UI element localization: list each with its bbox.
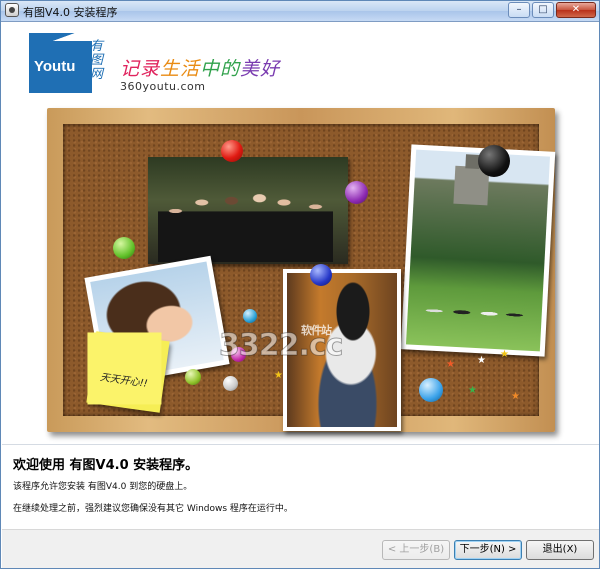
light-blue-pin-icon: [419, 378, 443, 402]
wizard-button-bar: < 上一步(B) 下一步(N) > 退出(X): [2, 529, 599, 568]
install-description: 该程序允许您安装 有图V4.0 到您的硬盘上。: [13, 482, 193, 492]
installer-app-icon: [5, 3, 19, 17]
star-icon: ★: [477, 355, 486, 366]
close-button[interactable]: ✕: [556, 2, 596, 18]
black-pin-icon: [478, 145, 510, 177]
minimize-button[interactable]: –: [508, 2, 530, 18]
slogan-part: 生活: [160, 58, 201, 80]
group-people: [158, 177, 333, 262]
logo-chinese-name: 有图网: [90, 39, 104, 82]
watermark-logo: 3322.cc 软件站: [218, 324, 343, 364]
campus-photo: [400, 144, 556, 357]
sticky-note: 天天开心!!: [86, 331, 170, 413]
lime-pin-icon: [185, 369, 201, 385]
slogan: 记录生活中的美好: [120, 54, 280, 81]
slogan-part: 记录: [120, 58, 161, 80]
youtu-logo: Youtu: [29, 33, 92, 93]
exit-button[interactable]: 退出(X): [526, 540, 594, 560]
welcome-panel: 欢迎使用 有图V4.0 安装程序。 该程序允许您安装 有图V4.0 到您的硬盘上…: [2, 445, 599, 529]
window-title: 有图V4.0 安装程序: [23, 6, 118, 19]
maximize-button[interactable]: □: [532, 2, 554, 18]
installer-banner: Youtu 有图网 记录生活中的美好 360youtu.com 天天开心!! ★…: [2, 22, 599, 444]
slogan-part: 美好: [240, 58, 281, 80]
next-button[interactable]: 下一步(N) >: [454, 540, 522, 560]
purple-pin-icon: [345, 181, 368, 204]
star-icon: ★: [274, 370, 283, 381]
group-photo: [148, 157, 348, 264]
watermark-subtext: 软件站: [301, 324, 332, 337]
corkboard: 天天开心!! ★ ★ ★ ★ ★ ★ 3322.cc 软件站: [63, 124, 556, 431]
back-button[interactable]: < 上一步(B): [382, 540, 450, 560]
website-url: 360youtu.com: [120, 80, 206, 93]
close-programs-advice: 在继续处理之前，强烈建议您确保没有其它 Windows 程序在运行中。: [13, 504, 293, 514]
star-icon: ★: [500, 349, 509, 360]
campus-scene: [405, 149, 551, 352]
red-pin-icon: [221, 140, 243, 162]
sticky-note-text: 天天开心!!: [99, 372, 149, 390]
corkboard-frame: 天天开心!! ★ ★ ★ ★ ★ ★ 3322.cc 软件站: [47, 108, 556, 432]
star-icon: ★: [468, 385, 477, 396]
logo-wordmark: Youtu: [34, 58, 76, 75]
students-on-lawn: [417, 294, 529, 331]
green-pin-icon: [113, 237, 135, 259]
welcome-heading: 欢迎使用 有图V4.0 安装程序。: [13, 458, 199, 473]
slogan-part: 中的: [200, 58, 241, 80]
white-pin-icon: [223, 376, 238, 391]
star-icon: ★: [446, 359, 455, 370]
blue-pin-icon: [310, 264, 332, 286]
star-icon: ★: [511, 391, 520, 402]
teal-pin-icon: [243, 309, 257, 323]
installer-window: 有图V4.0 安装程序 – □ ✕ Youtu 有图网 记录生活中的美好 360…: [0, 0, 600, 569]
title-bar[interactable]: 有图V4.0 安装程序 – □ ✕: [1, 1, 599, 22]
